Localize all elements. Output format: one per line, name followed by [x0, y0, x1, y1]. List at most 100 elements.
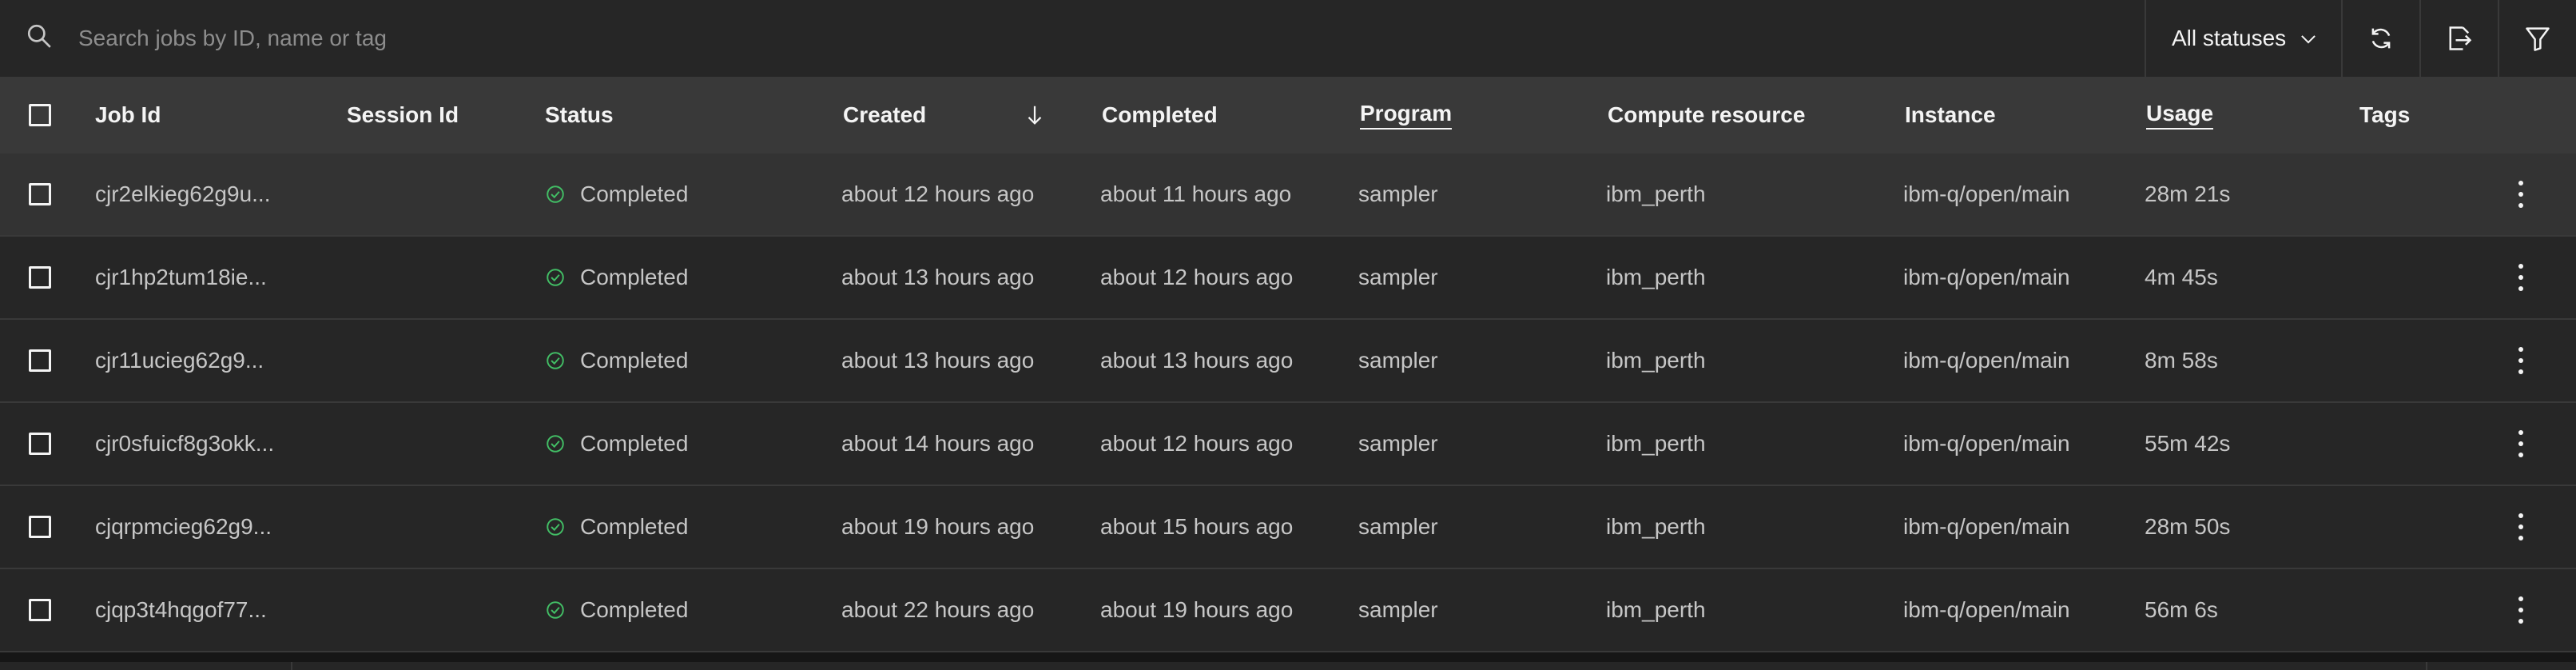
created-time: about 13 hours ago	[841, 265, 1035, 289]
table-row[interactable]: cjr0sfuicf8g3okk... Completed about 14 h…	[0, 403, 2576, 486]
completed-time: about 19 hours ago	[1100, 597, 1294, 622]
program-name: sampler	[1358, 348, 1438, 373]
search-icon	[27, 24, 51, 48]
table-row[interactable]: cjr1hp2tum18ie... Completed about 13 hou…	[0, 237, 2576, 320]
compute-resource: ibm_perth	[1606, 514, 1706, 539]
program-name: sampler	[1358, 265, 1438, 289]
instance-name: ibm-q/open/main	[1903, 181, 2070, 206]
row-select-cell	[29, 569, 51, 651]
job-id[interactable]: cjqrpmcieg62g9...	[95, 486, 272, 568]
overflow-menu-icon	[2518, 181, 2523, 208]
overflow-menu-icon	[2518, 596, 2523, 624]
overflow-menu-button[interactable]	[2517, 486, 2525, 568]
job-id[interactable]: cjr0sfuicf8g3okk...	[95, 403, 274, 485]
instance-name: ibm-q/open/main	[1903, 431, 2070, 456]
filter-button[interactable]	[2498, 0, 2576, 77]
status-text: Completed	[580, 597, 689, 622]
compute-resource: ibm_perth	[1606, 348, 1706, 373]
row-select-cell	[29, 154, 51, 235]
arrow-down-icon[interactable]	[1023, 103, 1047, 127]
search-bar	[0, 0, 2145, 77]
row-checkbox[interactable]	[29, 349, 51, 372]
row-checkbox[interactable]	[29, 183, 51, 205]
row-select-cell	[29, 237, 51, 318]
col-created[interactable]: Created	[843, 77, 926, 154]
instance-name: ibm-q/open/main	[1903, 514, 2070, 539]
col-job-id[interactable]: Job Id	[95, 77, 161, 154]
checkmark-circle-icon	[547, 185, 564, 203]
status-text: Completed	[580, 431, 689, 456]
row-select-cell	[29, 320, 51, 401]
checkmark-circle-icon	[547, 435, 564, 453]
export-icon	[2449, 26, 2472, 50]
overflow-menu-button[interactable]	[2517, 237, 2525, 318]
col-status[interactable]: Status	[545, 77, 614, 154]
compute-resource: ibm_perth	[1606, 265, 1706, 289]
overflow-menu-icon	[2518, 430, 2523, 457]
col-completed[interactable]: Completed	[1102, 77, 1218, 154]
completed-time: about 12 hours ago	[1100, 265, 1294, 289]
status-cell: Completed	[545, 154, 688, 235]
table-row[interactable]: cjr2elkieg62g9u... Completed about 12 ho…	[0, 154, 2576, 237]
col-instance[interactable]: Instance	[1905, 77, 1996, 154]
instance-name: ibm-q/open/main	[1903, 348, 2070, 373]
overflow-menu-button[interactable]	[2517, 403, 2525, 485]
overflow-menu-button[interactable]	[2517, 320, 2525, 401]
row-select-cell	[29, 403, 51, 485]
refresh-icon	[2371, 28, 2391, 49]
status-text: Completed	[580, 181, 689, 206]
created-time: about 14 hours ago	[841, 431, 1035, 456]
status-cell: Completed	[545, 237, 688, 318]
status-filter-label: All statuses	[2172, 26, 2287, 50]
created-time: about 19 hours ago	[841, 514, 1035, 539]
row-checkbox[interactable]	[29, 599, 51, 621]
usage-value: 55m 42s	[2145, 431, 2231, 456]
refresh-button[interactable]	[2341, 0, 2419, 77]
job-id[interactable]: cjqp3t4hqgof77...	[95, 569, 267, 651]
program-name: sampler	[1358, 514, 1438, 539]
table-footer-edge	[0, 662, 2576, 670]
table-row[interactable]: cjqp3t4hqgof77... Completed about 22 hou…	[0, 569, 2576, 652]
overflow-menu-icon	[2518, 264, 2523, 291]
status-cell: Completed	[545, 569, 688, 651]
jobs-table: Job Id Session Id Status Created Complet…	[0, 77, 2576, 652]
search-input[interactable]	[77, 14, 1278, 63]
program-name: sampler	[1358, 181, 1438, 206]
col-program[interactable]: Program	[1360, 101, 1453, 130]
overflow-menu-button[interactable]	[2517, 154, 2525, 235]
status-text: Completed	[580, 514, 689, 539]
table-header: Job Id Session Id Status Created Complet…	[0, 77, 2576, 154]
col-session-id[interactable]: Session Id	[347, 77, 459, 154]
compute-resource: ibm_perth	[1606, 431, 1706, 456]
usage-value: 28m 50s	[2145, 514, 2231, 539]
job-id[interactable]: cjr1hp2tum18ie...	[95, 237, 267, 318]
completed-time: about 15 hours ago	[1100, 514, 1294, 539]
checkmark-circle-icon	[547, 601, 564, 619]
instance-name: ibm-q/open/main	[1903, 597, 2070, 622]
chevron-down-icon	[2301, 35, 2316, 44]
compute-resource: ibm_perth	[1606, 597, 1706, 622]
sort-arrow-cell	[1023, 77, 1047, 154]
row-checkbox[interactable]	[29, 516, 51, 538]
status-filter-dropdown[interactable]: All statuses	[2145, 0, 2341, 77]
divider	[2426, 662, 2427, 670]
created-time: about 12 hours ago	[841, 181, 1035, 206]
status-cell: Completed	[545, 403, 688, 485]
col-tags[interactable]: Tags	[2359, 77, 2410, 154]
checkmark-circle-icon	[547, 352, 564, 369]
job-id[interactable]: cjr2elkieg62g9u...	[95, 154, 270, 235]
overflow-menu-icon	[2518, 347, 2523, 374]
col-usage[interactable]: Usage	[2146, 101, 2214, 130]
select-all-checkbox[interactable]	[29, 104, 51, 126]
completed-time: about 13 hours ago	[1100, 348, 1294, 373]
overflow-menu-button[interactable]	[2517, 569, 2525, 651]
table-row[interactable]: cjr11ucieg62g9... Completed about 13 hou…	[0, 320, 2576, 403]
job-id[interactable]: cjr11ucieg62g9...	[95, 320, 264, 401]
table-row[interactable]: cjqrpmcieg62g9... Completed about 19 hou…	[0, 486, 2576, 569]
row-checkbox[interactable]	[29, 433, 51, 455]
col-compute-resource[interactable]: Compute resource	[1608, 77, 1805, 154]
created-time: about 22 hours ago	[841, 597, 1035, 622]
row-checkbox[interactable]	[29, 266, 51, 289]
status-cell: Completed	[545, 320, 688, 401]
export-button[interactable]	[2419, 0, 2498, 77]
